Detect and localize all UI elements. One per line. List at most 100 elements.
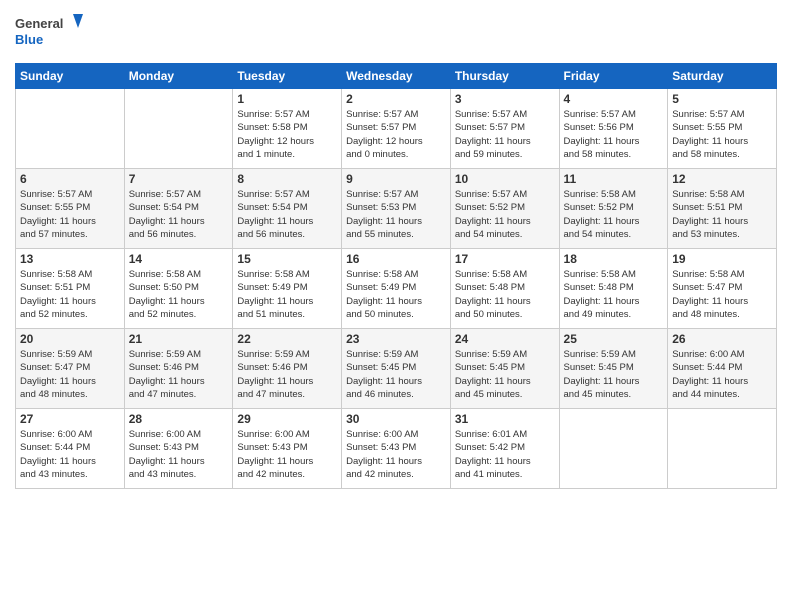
calendar-cell: 13 Sunrise: 5:58 AM Sunset: 5:51 PM Dayli…	[16, 249, 125, 329]
calendar-cell: 10 Sunrise: 5:57 AM Sunset: 5:52 PM Dayli…	[450, 169, 559, 249]
weekday-header-sunday: Sunday	[16, 64, 125, 89]
calendar-cell: 3Sunrise: 5:57 AM Sunset: 5:57 PM Daylig…	[450, 89, 559, 169]
day-number: 23	[346, 332, 446, 346]
day-number: 18	[564, 252, 664, 266]
calendar-table: SundayMondayTuesdayWednesdayThursdayFrid…	[15, 63, 777, 489]
day-number: 19	[672, 252, 772, 266]
calendar-cell: 22 Sunrise: 5:59 AM Sunset: 5:46 PM Dayli…	[233, 329, 342, 409]
weekday-header-tuesday: Tuesday	[233, 64, 342, 89]
day-number: 28	[129, 412, 229, 426]
calendar-cell: 20 Sunrise: 5:59 AM Sunset: 5:47 PM Dayli…	[16, 329, 125, 409]
day-info: Sunrise: 5:58 AM Sunset: 5:49 PM Dayligh…	[346, 268, 446, 321]
day-info: Sunrise: 6:01 AM Sunset: 5:42 PM Dayligh…	[455, 428, 555, 481]
weekday-header-wednesday: Wednesday	[342, 64, 451, 89]
week-row-3: 13 Sunrise: 5:58 AM Sunset: 5:51 PM Dayli…	[16, 249, 777, 329]
calendar-cell: 21 Sunrise: 5:59 AM Sunset: 5:46 PM Dayli…	[124, 329, 233, 409]
day-info: Sunrise: 6:00 AM Sunset: 5:44 PM Dayligh…	[20, 428, 120, 481]
day-number: 3	[455, 92, 555, 106]
calendar-cell: 23 Sunrise: 5:59 AM Sunset: 5:45 PM Dayli…	[342, 329, 451, 409]
calendar-cell: 9 Sunrise: 5:57 AM Sunset: 5:53 PM Daylig…	[342, 169, 451, 249]
calendar-cell: 12Sunrise: 5:58 AM Sunset: 5:51 PM Dayli…	[668, 169, 777, 249]
day-info: Sunrise: 5:59 AM Sunset: 5:45 PM Dayligh…	[346, 348, 446, 401]
calendar-cell: 28 Sunrise: 6:00 AM Sunset: 5:43 PM Dayli…	[124, 409, 233, 489]
day-number: 22	[237, 332, 337, 346]
day-number: 11	[564, 172, 664, 186]
day-info: Sunrise: 5:57 AM Sunset: 5:54 PM Dayligh…	[237, 188, 337, 241]
weekday-header-monday: Monday	[124, 64, 233, 89]
calendar-cell: 25 Sunrise: 5:59 AM Sunset: 5:45 PM Dayli…	[559, 329, 668, 409]
day-number: 14	[129, 252, 229, 266]
day-number: 7	[129, 172, 229, 186]
day-info: Sunrise: 6:00 AM Sunset: 5:43 PM Dayligh…	[129, 428, 229, 481]
day-info: Sunrise: 5:58 AM Sunset: 5:47 PM Dayligh…	[672, 268, 772, 321]
calendar-cell: 8 Sunrise: 5:57 AM Sunset: 5:54 PM Daylig…	[233, 169, 342, 249]
week-row-5: 27 Sunrise: 6:00 AM Sunset: 5:44 PM Dayli…	[16, 409, 777, 489]
day-number: 12	[672, 172, 772, 186]
day-number: 4	[564, 92, 664, 106]
calendar-cell: 7 Sunrise: 5:57 AM Sunset: 5:54 PM Daylig…	[124, 169, 233, 249]
calendar-cell: 6Sunrise: 5:57 AM Sunset: 5:55 PM Daylig…	[16, 169, 125, 249]
day-info: Sunrise: 5:58 AM Sunset: 5:51 PM Dayligh…	[20, 268, 120, 321]
day-info: Sunrise: 5:59 AM Sunset: 5:47 PM Dayligh…	[20, 348, 120, 401]
weekday-header-row: SundayMondayTuesdayWednesdayThursdayFrid…	[16, 64, 777, 89]
calendar-cell: 26 Sunrise: 6:00 AM Sunset: 5:44 PM Dayli…	[668, 329, 777, 409]
calendar-cell	[124, 89, 233, 169]
day-info: Sunrise: 5:59 AM Sunset: 5:45 PM Dayligh…	[564, 348, 664, 401]
day-number: 20	[20, 332, 120, 346]
day-info: Sunrise: 5:58 AM Sunset: 5:48 PM Dayligh…	[564, 268, 664, 321]
calendar-cell: 15Sunrise: 5:58 AM Sunset: 5:49 PM Dayli…	[233, 249, 342, 329]
calendar-cell: 31 Sunrise: 6:01 AM Sunset: 5:42 PM Dayli…	[450, 409, 559, 489]
day-number: 26	[672, 332, 772, 346]
day-info: Sunrise: 5:57 AM Sunset: 5:52 PM Dayligh…	[455, 188, 555, 241]
day-number: 21	[129, 332, 229, 346]
calendar-cell: 27 Sunrise: 6:00 AM Sunset: 5:44 PM Dayli…	[16, 409, 125, 489]
day-info: Sunrise: 5:57 AM Sunset: 5:55 PM Dayligh…	[672, 108, 772, 161]
day-number: 29	[237, 412, 337, 426]
calendar-cell: 24Sunrise: 5:59 AM Sunset: 5:45 PM Dayli…	[450, 329, 559, 409]
calendar-cell	[668, 409, 777, 489]
day-info: Sunrise: 5:57 AM Sunset: 5:57 PM Dayligh…	[346, 108, 446, 161]
calendar-cell: 11Sunrise: 5:58 AM Sunset: 5:52 PM Dayli…	[559, 169, 668, 249]
calendar-cell	[559, 409, 668, 489]
calendar-cell: 30 Sunrise: 6:00 AM Sunset: 5:43 PM Dayli…	[342, 409, 451, 489]
svg-text:Blue: Blue	[15, 32, 43, 47]
day-info: Sunrise: 5:57 AM Sunset: 5:56 PM Dayligh…	[564, 108, 664, 161]
calendar-cell: 2 Sunrise: 5:57 AM Sunset: 5:57 PM Daylig…	[342, 89, 451, 169]
day-number: 16	[346, 252, 446, 266]
weekday-header-thursday: Thursday	[450, 64, 559, 89]
calendar-cell: 4 Sunrise: 5:57 AM Sunset: 5:56 PM Daylig…	[559, 89, 668, 169]
day-number: 2	[346, 92, 446, 106]
calendar-cell: 17 Sunrise: 5:58 AM Sunset: 5:48 PM Dayli…	[450, 249, 559, 329]
week-row-1: 1Sunrise: 5:57 AM Sunset: 5:58 PM Daylig…	[16, 89, 777, 169]
day-info: Sunrise: 5:58 AM Sunset: 5:48 PM Dayligh…	[455, 268, 555, 321]
day-number: 10	[455, 172, 555, 186]
day-number: 9	[346, 172, 446, 186]
day-number: 5	[672, 92, 772, 106]
day-info: Sunrise: 6:00 AM Sunset: 5:43 PM Dayligh…	[346, 428, 446, 481]
day-info: Sunrise: 5:57 AM Sunset: 5:53 PM Dayligh…	[346, 188, 446, 241]
day-number: 31	[455, 412, 555, 426]
calendar-cell: 16 Sunrise: 5:58 AM Sunset: 5:49 PM Dayli…	[342, 249, 451, 329]
weekday-header-saturday: Saturday	[668, 64, 777, 89]
week-row-2: 6Sunrise: 5:57 AM Sunset: 5:55 PM Daylig…	[16, 169, 777, 249]
day-number: 8	[237, 172, 337, 186]
day-number: 30	[346, 412, 446, 426]
day-info: Sunrise: 5:58 AM Sunset: 5:50 PM Dayligh…	[129, 268, 229, 321]
day-info: Sunrise: 5:57 AM Sunset: 5:55 PM Dayligh…	[20, 188, 120, 241]
day-info: Sunrise: 5:59 AM Sunset: 5:46 PM Dayligh…	[237, 348, 337, 401]
calendar-cell	[16, 89, 125, 169]
day-number: 17	[455, 252, 555, 266]
calendar-cell: 29 Sunrise: 6:00 AM Sunset: 5:43 PM Dayli…	[233, 409, 342, 489]
header: General Blue	[15, 10, 777, 55]
day-number: 27	[20, 412, 120, 426]
general-blue-logo: General Blue	[15, 10, 85, 55]
day-info: Sunrise: 6:00 AM Sunset: 5:44 PM Dayligh…	[672, 348, 772, 401]
day-info: Sunrise: 5:59 AM Sunset: 5:46 PM Dayligh…	[129, 348, 229, 401]
svg-text:General: General	[15, 16, 63, 31]
calendar-cell: 1Sunrise: 5:57 AM Sunset: 5:58 PM Daylig…	[233, 89, 342, 169]
day-number: 13	[20, 252, 120, 266]
day-info: Sunrise: 5:57 AM Sunset: 5:54 PM Dayligh…	[129, 188, 229, 241]
day-info: Sunrise: 6:00 AM Sunset: 5:43 PM Dayligh…	[237, 428, 337, 481]
day-info: Sunrise: 5:59 AM Sunset: 5:45 PM Dayligh…	[455, 348, 555, 401]
day-number: 25	[564, 332, 664, 346]
